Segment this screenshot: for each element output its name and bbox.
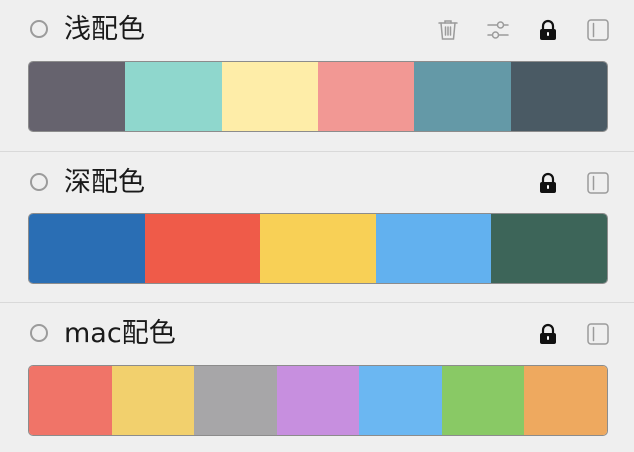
sliders-icon[interactable] <box>485 17 511 43</box>
color-swatch[interactable] <box>491 214 607 283</box>
sidebar-icon[interactable] <box>585 17 611 43</box>
color-palette <box>28 213 608 284</box>
color-swatch[interactable] <box>111 366 195 435</box>
sidebar-icon[interactable] <box>585 170 611 196</box>
scheme-select-radio[interactable] <box>30 324 48 342</box>
scheme-select-radio[interactable] <box>30 173 48 191</box>
color-swatch[interactable] <box>221 62 318 131</box>
color-swatch[interactable] <box>524 366 607 435</box>
lock-icon[interactable] <box>535 17 561 43</box>
section-divider <box>0 151 634 152</box>
color-swatch[interactable] <box>29 62 126 131</box>
color-swatch[interactable] <box>414 62 511 131</box>
lock-icon[interactable] <box>535 170 561 196</box>
color-swatch[interactable] <box>125 62 222 131</box>
color-swatch[interactable] <box>317 62 415 131</box>
color-swatch[interactable] <box>194 366 277 435</box>
color-swatch[interactable] <box>29 366 112 435</box>
color-swatch[interactable] <box>441 366 525 435</box>
color-palette <box>28 61 608 132</box>
color-swatch[interactable] <box>375 214 492 283</box>
color-swatch[interactable] <box>260 214 376 283</box>
scheme-select-radio[interactable] <box>30 20 48 38</box>
scheme-title: 深配色 <box>64 167 145 198</box>
scheme-header: 深配色 <box>0 153 634 213</box>
color-swatch[interactable] <box>29 214 145 283</box>
scheme-mac: mac配色 <box>0 304 634 452</box>
color-swatch[interactable] <box>359 366 442 435</box>
scheme-header: mac配色 <box>0 304 634 364</box>
color-swatch[interactable] <box>276 366 360 435</box>
scheme-title: mac配色 <box>64 318 176 349</box>
scheme-dark: 深配色 <box>0 153 634 303</box>
scheme-light: 浅配色 <box>0 0 634 152</box>
color-palette <box>28 365 608 436</box>
lock-icon[interactable] <box>535 321 561 347</box>
trash-icon[interactable] <box>435 17 461 43</box>
sidebar-icon[interactable] <box>585 321 611 347</box>
section-divider <box>0 302 634 303</box>
color-swatch[interactable] <box>510 62 607 131</box>
scheme-header: 浅配色 <box>0 0 634 60</box>
scheme-title: 浅配色 <box>64 14 145 45</box>
color-swatch[interactable] <box>144 214 261 283</box>
